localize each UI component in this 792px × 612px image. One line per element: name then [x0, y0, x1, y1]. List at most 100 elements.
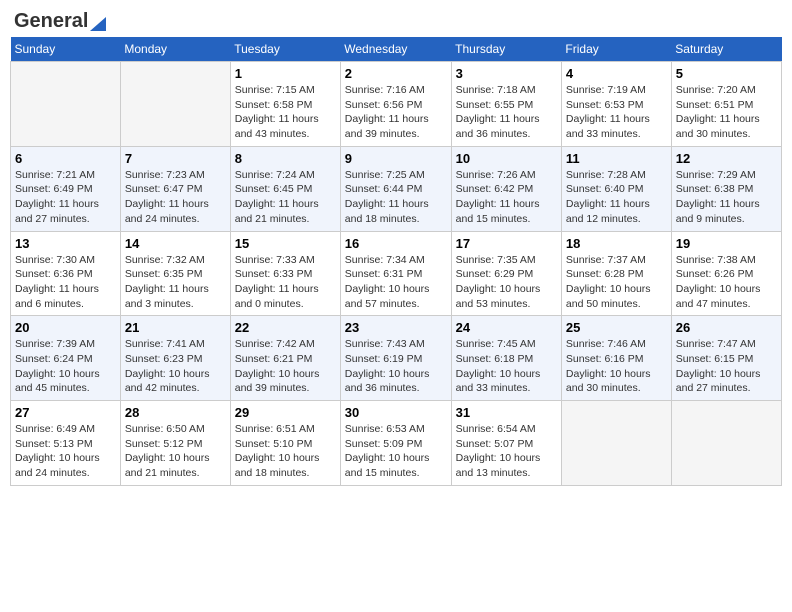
day-info: Sunrise: 7:32 AMSunset: 6:35 PMDaylight:…: [125, 253, 226, 312]
calendar-cell: 13 Sunrise: 7:30 AMSunset: 6:36 PMDayligh…: [11, 231, 121, 316]
day-info: Sunrise: 7:28 AMSunset: 6:40 PMDaylight:…: [566, 168, 667, 227]
day-info: Sunrise: 7:30 AMSunset: 6:36 PMDaylight:…: [15, 253, 116, 312]
calendar-cell: 28 Sunrise: 6:50 AMSunset: 5:12 PMDayligh…: [120, 401, 230, 486]
calendar-cell: 6 Sunrise: 7:21 AMSunset: 6:49 PMDaylight…: [11, 146, 121, 231]
day-info: Sunrise: 7:35 AMSunset: 6:29 PMDaylight:…: [456, 253, 557, 312]
calendar-cell: 23 Sunrise: 7:43 AMSunset: 6:19 PMDayligh…: [340, 316, 451, 401]
col-header-thursday: Thursday: [451, 37, 561, 62]
day-info: Sunrise: 7:21 AMSunset: 6:49 PMDaylight:…: [15, 168, 116, 227]
week-row-3: 13 Sunrise: 7:30 AMSunset: 6:36 PMDayligh…: [11, 231, 782, 316]
day-info: Sunrise: 7:45 AMSunset: 6:18 PMDaylight:…: [456, 337, 557, 396]
day-info: Sunrise: 7:24 AMSunset: 6:45 PMDaylight:…: [235, 168, 336, 227]
calendar-cell: 7 Sunrise: 7:23 AMSunset: 6:47 PMDaylight…: [120, 146, 230, 231]
day-number: 10: [456, 151, 557, 166]
logo: General: [14, 10, 106, 29]
day-info: Sunrise: 7:37 AMSunset: 6:28 PMDaylight:…: [566, 253, 667, 312]
calendar-cell: 20Sunrise: 7:39 AMSunset: 6:24 PMDayligh…: [11, 316, 121, 401]
day-number: 18: [566, 236, 667, 251]
header-row: SundayMondayTuesdayWednesdayThursdayFrid…: [11, 37, 782, 62]
calendar-cell: 25Sunrise: 7:46 AMSunset: 6:16 PMDayligh…: [561, 316, 671, 401]
week-row-2: 6 Sunrise: 7:21 AMSunset: 6:49 PMDaylight…: [11, 146, 782, 231]
calendar-cell: [561, 401, 671, 486]
week-row-1: 1 Sunrise: 7:15 AMSunset: 6:58 PMDaylight…: [11, 62, 782, 147]
col-header-tuesday: Tuesday: [230, 37, 340, 62]
day-number: 1: [235, 66, 336, 81]
calendar-cell: 12 Sunrise: 7:29 AMSunset: 6:38 PMDayligh…: [671, 146, 781, 231]
calendar-cell: 22 Sunrise: 7:42 AMSunset: 6:21 PMDayligh…: [230, 316, 340, 401]
calendar-cell: [671, 401, 781, 486]
day-number: 20: [15, 320, 116, 335]
day-number: 21: [125, 320, 226, 335]
day-number: 9: [345, 151, 447, 166]
day-info: Sunrise: 6:53 AMSunset: 5:09 PMDaylight:…: [345, 422, 447, 481]
calendar-cell: 15 Sunrise: 7:33 AMSunset: 6:33 PMDayligh…: [230, 231, 340, 316]
calendar-cell: 21 Sunrise: 7:41 AMSunset: 6:23 PMDayligh…: [120, 316, 230, 401]
day-number: 19: [676, 236, 777, 251]
col-header-sunday: Sunday: [11, 37, 121, 62]
calendar-cell: 14Sunrise: 7:32 AMSunset: 6:35 PMDayligh…: [120, 231, 230, 316]
calendar-cell: [11, 62, 121, 147]
calendar-cell: 30 Sunrise: 6:53 AMSunset: 5:09 PMDayligh…: [340, 401, 451, 486]
calendar-cell: 8 Sunrise: 7:24 AMSunset: 6:45 PMDaylight…: [230, 146, 340, 231]
day-info: Sunrise: 7:38 AMSunset: 6:26 PMDaylight:…: [676, 253, 777, 312]
day-info: Sunrise: 7:34 AMSunset: 6:31 PMDaylight:…: [345, 253, 447, 312]
day-number: 7: [125, 151, 226, 166]
week-row-5: 27 Sunrise: 6:49 AMSunset: 5:13 PMDayligh…: [11, 401, 782, 486]
day-number: 15: [235, 236, 336, 251]
day-number: 17: [456, 236, 557, 251]
calendar-cell: 19 Sunrise: 7:38 AMSunset: 6:26 PMDayligh…: [671, 231, 781, 316]
calendar-cell: 18 Sunrise: 7:37 AMSunset: 6:28 PMDayligh…: [561, 231, 671, 316]
day-number: 6: [15, 151, 116, 166]
calendar-table: SundayMondayTuesdayWednesdayThursdayFrid…: [10, 37, 782, 486]
calendar-cell: 16 Sunrise: 7:34 AMSunset: 6:31 PMDayligh…: [340, 231, 451, 316]
calendar-cell: [120, 62, 230, 147]
calendar-cell: 10 Sunrise: 7:26 AMSunset: 6:42 PMDayligh…: [451, 146, 561, 231]
col-header-saturday: Saturday: [671, 37, 781, 62]
day-info: Sunrise: 6:49 AMSunset: 5:13 PMDaylight:…: [15, 422, 116, 481]
day-number: 23: [345, 320, 447, 335]
day-info: Sunrise: 6:50 AMSunset: 5:12 PMDaylight:…: [125, 422, 226, 481]
day-info: Sunrise: 7:29 AMSunset: 6:38 PMDaylight:…: [676, 168, 777, 227]
calendar-cell: 24Sunrise: 7:45 AMSunset: 6:18 PMDayligh…: [451, 316, 561, 401]
calendar-cell: 11 Sunrise: 7:28 AMSunset: 6:40 PMDayligh…: [561, 146, 671, 231]
day-number: 11: [566, 151, 667, 166]
day-number: 28: [125, 405, 226, 420]
logo-general: General: [14, 10, 88, 33]
day-number: 16: [345, 236, 447, 251]
day-number: 27: [15, 405, 116, 420]
week-row-4: 20Sunrise: 7:39 AMSunset: 6:24 PMDayligh…: [11, 316, 782, 401]
day-info: Sunrise: 7:18 AMSunset: 6:55 PMDaylight:…: [456, 83, 557, 142]
page-header: General: [10, 10, 782, 29]
day-info: Sunrise: 7:47 AMSunset: 6:15 PMDaylight:…: [676, 337, 777, 396]
col-header-wednesday: Wednesday: [340, 37, 451, 62]
day-number: 22: [235, 320, 336, 335]
day-number: 31: [456, 405, 557, 420]
calendar-cell: 5 Sunrise: 7:20 AMSunset: 6:51 PMDaylight…: [671, 62, 781, 147]
day-info: Sunrise: 7:42 AMSunset: 6:21 PMDaylight:…: [235, 337, 336, 396]
day-info: Sunrise: 7:33 AMSunset: 6:33 PMDaylight:…: [235, 253, 336, 312]
day-info: Sunrise: 7:41 AMSunset: 6:23 PMDaylight:…: [125, 337, 226, 396]
day-info: Sunrise: 7:15 AMSunset: 6:58 PMDaylight:…: [235, 83, 336, 142]
day-info: Sunrise: 7:23 AMSunset: 6:47 PMDaylight:…: [125, 168, 226, 227]
day-number: 8: [235, 151, 336, 166]
day-info: Sunrise: 7:46 AMSunset: 6:16 PMDaylight:…: [566, 337, 667, 396]
day-number: 30: [345, 405, 447, 420]
day-info: Sunrise: 7:19 AMSunset: 6:53 PMDaylight:…: [566, 83, 667, 142]
day-info: Sunrise: 7:26 AMSunset: 6:42 PMDaylight:…: [456, 168, 557, 227]
day-number: 2: [345, 66, 447, 81]
col-header-friday: Friday: [561, 37, 671, 62]
day-info: Sunrise: 7:20 AMSunset: 6:51 PMDaylight:…: [676, 83, 777, 142]
calendar-cell: 29Sunrise: 6:51 AMSunset: 5:10 PMDayligh…: [230, 401, 340, 486]
col-header-monday: Monday: [120, 37, 230, 62]
calendar-cell: 9Sunrise: 7:25 AMSunset: 6:44 PMDaylight…: [340, 146, 451, 231]
day-number: 29: [235, 405, 336, 420]
day-number: 13: [15, 236, 116, 251]
calendar-cell: 17 Sunrise: 7:35 AMSunset: 6:29 PMDayligh…: [451, 231, 561, 316]
day-info: Sunrise: 6:54 AMSunset: 5:07 PMDaylight:…: [456, 422, 557, 481]
day-number: 26: [676, 320, 777, 335]
calendar-cell: 2 Sunrise: 7:16 AMSunset: 6:56 PMDaylight…: [340, 62, 451, 147]
day-info: Sunrise: 7:43 AMSunset: 6:19 PMDaylight:…: [345, 337, 447, 396]
day-info: Sunrise: 7:16 AMSunset: 6:56 PMDaylight:…: [345, 83, 447, 142]
day-number: 5: [676, 66, 777, 81]
day-number: 12: [676, 151, 777, 166]
